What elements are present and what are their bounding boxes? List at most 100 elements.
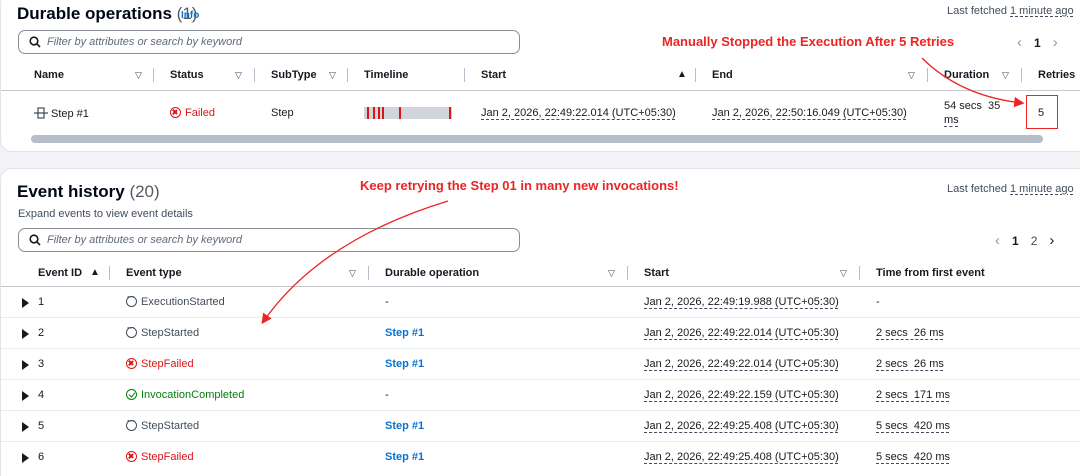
durable-search-field[interactable] [18,30,520,54]
annotation-manual-stop: Manually Stopped the Execution After 5 R… [662,34,955,49]
row-divider [1,410,1080,411]
step-icon [34,107,48,119]
durable-pagination: ‹ 1 › [1017,34,1058,51]
durable-search-input[interactable] [47,36,487,48]
expand-caret-icon[interactable] [22,329,29,339]
expand-caret-icon[interactable] [22,298,29,308]
expand-caret-icon[interactable] [22,360,29,370]
search-icon [29,36,41,48]
column-time-from-first-event[interactable]: Time from first event [876,267,985,279]
event-type-cell: StepFailed [126,358,194,370]
event-id-cell: 5 [38,420,45,432]
column-divider[interactable] [254,68,255,82]
sort-up-icon[interactable]: ▲ [677,69,687,80]
event-history-panel: Event history (20) Expand events to view… [0,168,1080,476]
timeline-bar[interactable] [364,107,452,119]
history-search-field[interactable] [18,228,520,252]
column-retries[interactable]: Retries [1038,69,1075,81]
retries-highlight-box [1026,95,1058,129]
header-divider [1,90,1080,91]
elapsed-cell: 2 secs 171 ms [876,389,950,401]
chevron-right-icon[interactable]: › [1053,34,1058,51]
column-start[interactable]: Start [644,267,669,279]
operation-cell: - [385,389,389,401]
last-fetched-durable: Last fetched 1 minute ago [947,5,1074,17]
row-divider [1,441,1080,442]
column-divider[interactable] [153,68,154,82]
column-divider[interactable] [1021,68,1022,82]
operation-link[interactable]: Step #1 [385,451,424,463]
column-end[interactable]: End [712,69,733,81]
chevron-left-icon[interactable]: ‹ [995,232,1000,249]
column-status[interactable]: Status [170,69,204,81]
last-fetched-label: Last fetched [947,183,1007,195]
column-event-type[interactable]: Event type [126,267,182,279]
expand-caret-icon[interactable] [22,422,29,432]
column-divider[interactable] [859,266,860,280]
column-divider[interactable] [109,266,110,280]
elapsed-cell: 5 secs 420 ms [876,451,950,463]
status-text: Failed [185,107,215,119]
sort-down-icon[interactable]: ▽ [840,268,847,279]
in-progress-icon [126,416,137,431]
sort-down-icon[interactable]: ▽ [235,70,242,81]
start-cell: Jan 2, 2026, 22:49:22.014 (UTC+05:30) [481,107,676,119]
chevron-right-icon[interactable]: › [1049,232,1054,249]
event-history-count: (20) [129,182,160,201]
event-type-text: StepFailed [141,358,194,370]
sort-down-icon[interactable]: ▽ [329,70,336,81]
column-divider[interactable] [927,68,928,82]
sort-down-icon[interactable]: ▽ [908,70,915,81]
column-durable-operation[interactable]: Durable operation [385,267,479,279]
column-event-id[interactable]: Event ID [38,267,82,279]
expand-caret-icon[interactable] [22,453,29,463]
sort-up-icon[interactable]: ▲ [90,267,100,278]
duration-line-1: 54 secs 35 [944,100,1001,112]
start-cell: Jan 2, 2026, 22:49:22.159 (UTC+05:30) [644,389,839,401]
history-pagination: ‹ 1 2 › [995,232,1054,249]
column-duration[interactable]: Duration [944,69,989,81]
operation-link[interactable]: Step #1 [385,358,424,370]
column-name[interactable]: Name [34,69,64,81]
chevron-left-icon[interactable]: ‹ [1017,34,1022,51]
operation-name: Step #1 [51,108,89,120]
sort-down-icon[interactable]: ▽ [349,268,356,279]
info-link[interactable]: Info [181,10,199,21]
operation-link[interactable]: Step #1 [385,327,424,339]
column-divider[interactable] [368,266,369,280]
duration-line-2: ms [944,114,959,126]
column-divider[interactable] [347,68,348,82]
sort-down-icon[interactable]: ▽ [608,268,615,279]
annotation-retrying: Keep retrying the Step 01 in many new in… [360,178,679,193]
page-2-button[interactable]: 2 [1031,234,1038,248]
error-icon [126,451,137,462]
in-progress-icon [126,292,137,307]
horizontal-scrollbar[interactable] [31,135,1043,143]
column-divider[interactable] [695,68,696,82]
row-divider [1,317,1080,318]
sort-down-icon[interactable]: ▽ [1002,70,1009,81]
event-type-text: InvocationCompleted [141,389,245,401]
error-icon [170,107,181,118]
expand-caret-icon[interactable] [22,391,29,401]
page-1-button[interactable]: 1 [1012,234,1019,248]
page-1-button[interactable]: 1 [1034,36,1041,50]
column-subtype[interactable]: SubType [271,69,317,81]
column-start[interactable]: Start [481,69,506,81]
last-fetched-value: 1 minute ago [1010,5,1074,17]
name-cell: Step #1 [34,107,89,120]
column-divider[interactable] [464,68,465,82]
event-type-text: StepStarted [141,420,200,432]
elapsed-cell: 2 secs 26 ms [876,327,944,339]
event-history-title: Event history [17,182,125,201]
durable-operations-panel: Durable operations (1) Info Last fetched… [0,0,1080,152]
history-search-input[interactable] [47,234,487,246]
event-history-description: Expand events to view event details [18,208,193,220]
sort-down-icon[interactable]: ▽ [135,70,142,81]
row-divider [1,379,1080,380]
event-id-cell: 6 [38,451,45,463]
column-timeline[interactable]: Timeline [364,69,408,81]
column-divider[interactable] [627,266,628,280]
operation-link[interactable]: Step #1 [385,420,424,432]
event-type-cell: StepFailed [126,451,194,463]
